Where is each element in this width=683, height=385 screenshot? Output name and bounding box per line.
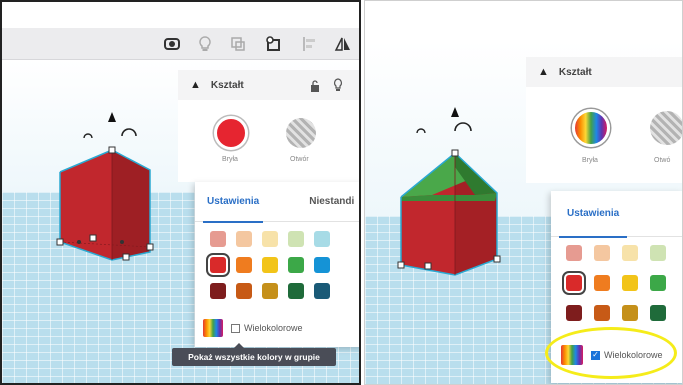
right-screenshot: ▲ Kształt Bryła Otwó Ustawienia ✓ Wielok… (364, 0, 683, 385)
collapse-icon[interactable]: ▲ (190, 79, 201, 91)
color-swatch[interactable] (210, 231, 226, 247)
color-swatch[interactable] (650, 305, 666, 321)
bulb-icon[interactable] (195, 34, 215, 54)
shape-panel-header: ▲ Kształt (178, 70, 359, 100)
color-swatch[interactable] (206, 253, 230, 277)
shape-3d-red[interactable] (42, 102, 192, 272)
color-swatch[interactable] (288, 283, 304, 299)
hole-button[interactable] (650, 111, 682, 145)
color-swatch[interactable] (622, 305, 638, 321)
color-swatch[interactable] (566, 305, 582, 321)
color-picker-card: Ustawienia Niestandi Wielokolorowe (195, 182, 359, 347)
tooltip: Pokaż wszystkie kolory w grupie (172, 343, 336, 366)
color-swatch[interactable] (594, 305, 610, 321)
color-swatch[interactable] (236, 257, 252, 273)
solid-label: Bryła (222, 156, 238, 163)
color-swatch-grid (206, 231, 330, 299)
shape-panel-title: Kształt (558, 66, 592, 78)
color-swatch[interactable] (236, 231, 252, 247)
color-swatch[interactable] (622, 245, 638, 261)
duplicate-icon[interactable] (228, 34, 248, 54)
color-swatch[interactable] (594, 245, 610, 261)
color-swatch[interactable] (562, 271, 586, 295)
multicolor-checkbox[interactable] (231, 323, 240, 333)
color-tabs: Ustawienia Niestandi (195, 182, 359, 223)
hole-label: Otwór (290, 156, 309, 163)
color-swatch[interactable] (594, 275, 610, 291)
color-swatch[interactable] (622, 275, 638, 291)
solid-color-button[interactable] (214, 116, 248, 150)
multicolor-icon (203, 319, 223, 337)
color-swatch[interactable] (262, 257, 278, 273)
color-swatch[interactable] (314, 283, 330, 299)
highlight-ellipse (545, 327, 677, 379)
shape-panel-body: Bryła Otwó (526, 87, 682, 183)
shape-panel-title: Kształt (210, 79, 244, 91)
color-swatch[interactable] (314, 257, 330, 273)
shape-panel-header: ▲ Kształt (526, 57, 682, 87)
bulb-icon[interactable] (333, 78, 343, 97)
mirror-icon[interactable] (333, 34, 353, 54)
collapse-icon[interactable]: ▲ (538, 66, 549, 78)
color-swatch[interactable] (262, 231, 278, 247)
solid-label: Bryła (582, 157, 598, 164)
color-swatch[interactable] (314, 231, 330, 247)
multicolor-row: Wielokolorowe (203, 319, 303, 337)
color-swatch-grid (562, 245, 666, 321)
group-icon[interactable] (263, 34, 283, 54)
camera-icon[interactable] (162, 34, 182, 54)
tab-settings[interactable]: Ustawienia (195, 182, 271, 223)
toolbar (2, 28, 359, 60)
hole-label: Otwó (654, 157, 671, 164)
color-swatch[interactable] (650, 245, 666, 261)
multicolor-solid-button[interactable] (572, 109, 610, 147)
color-swatch[interactable] (236, 283, 252, 299)
lock-icon[interactable] (310, 79, 320, 97)
color-swatch[interactable] (288, 257, 304, 273)
color-tabs: Ustawienia (551, 191, 682, 238)
align-icon[interactable] (300, 34, 320, 54)
color-swatch[interactable] (566, 245, 582, 261)
hole-button[interactable] (286, 118, 316, 148)
color-swatch[interactable] (262, 283, 278, 299)
tab-custom[interactable]: Niestandi (301, 196, 359, 207)
color-swatch[interactable] (650, 275, 666, 291)
left-screenshot: ▲ Kształt Bryła Otwór Ustawienia Niestan… (0, 0, 361, 385)
shape-3d-multicolor[interactable] (387, 97, 537, 282)
shape-panel-body: Bryła Otwór (178, 100, 359, 182)
multicolor-label: Wielokolorowe (244, 323, 303, 333)
color-swatch[interactable] (288, 231, 304, 247)
tab-settings[interactable]: Ustawienia (551, 191, 635, 238)
color-swatch[interactable] (210, 283, 226, 299)
